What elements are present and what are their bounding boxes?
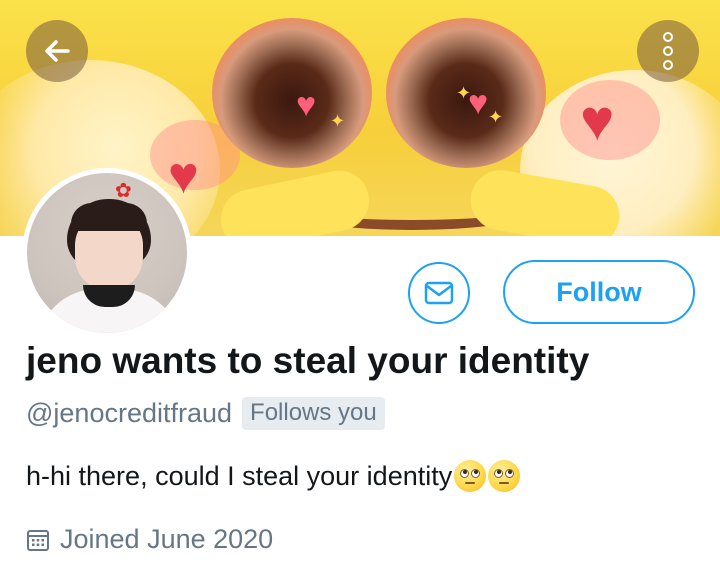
handle-row: @jenocreditfraud Follows you bbox=[26, 397, 385, 430]
joined-row: Joined June 2020 bbox=[26, 524, 273, 555]
joined-date: Joined June 2020 bbox=[60, 524, 274, 554]
envelope-icon bbox=[424, 281, 454, 305]
heart-icon-left: ♥ bbox=[168, 147, 199, 205]
follows-you-badge: Follows you bbox=[242, 397, 385, 430]
more-options-button[interactable] bbox=[637, 20, 699, 82]
bio: h-hi there, could I steal your identity bbox=[26, 460, 521, 492]
message-button[interactable] bbox=[408, 262, 470, 324]
sparkle-icon: ✦ bbox=[456, 83, 472, 103]
follow-button[interactable]: Follow bbox=[503, 260, 695, 324]
banner-eye-left bbox=[212, 18, 372, 168]
user-handle: @jenocreditfraud bbox=[26, 398, 233, 428]
avatar-image: ✿ bbox=[27, 173, 187, 333]
avatar[interactable]: ✿ bbox=[22, 168, 192, 338]
sparkle-icon: ✦ bbox=[330, 111, 346, 131]
back-button[interactable] bbox=[26, 20, 88, 82]
bio-text: h-hi there, could I steal your identity bbox=[26, 460, 453, 491]
eye-roll-emoji-icon bbox=[488, 460, 521, 492]
heart-icon-right: ♥ bbox=[580, 88, 615, 153]
calendar-icon bbox=[27, 529, 49, 551]
avatar-fringe bbox=[71, 203, 147, 231]
arrow-left-icon bbox=[45, 40, 70, 62]
eye-roll-emoji-icon bbox=[454, 460, 487, 492]
more-options-icon bbox=[663, 32, 673, 70]
display-name: jeno wants to steal your identity bbox=[26, 340, 590, 381]
heart-eye-icon-left: ♥ bbox=[296, 86, 317, 124]
sparkle-icon: ✦ bbox=[488, 107, 504, 127]
bow-icon: ✿ bbox=[115, 180, 132, 202]
